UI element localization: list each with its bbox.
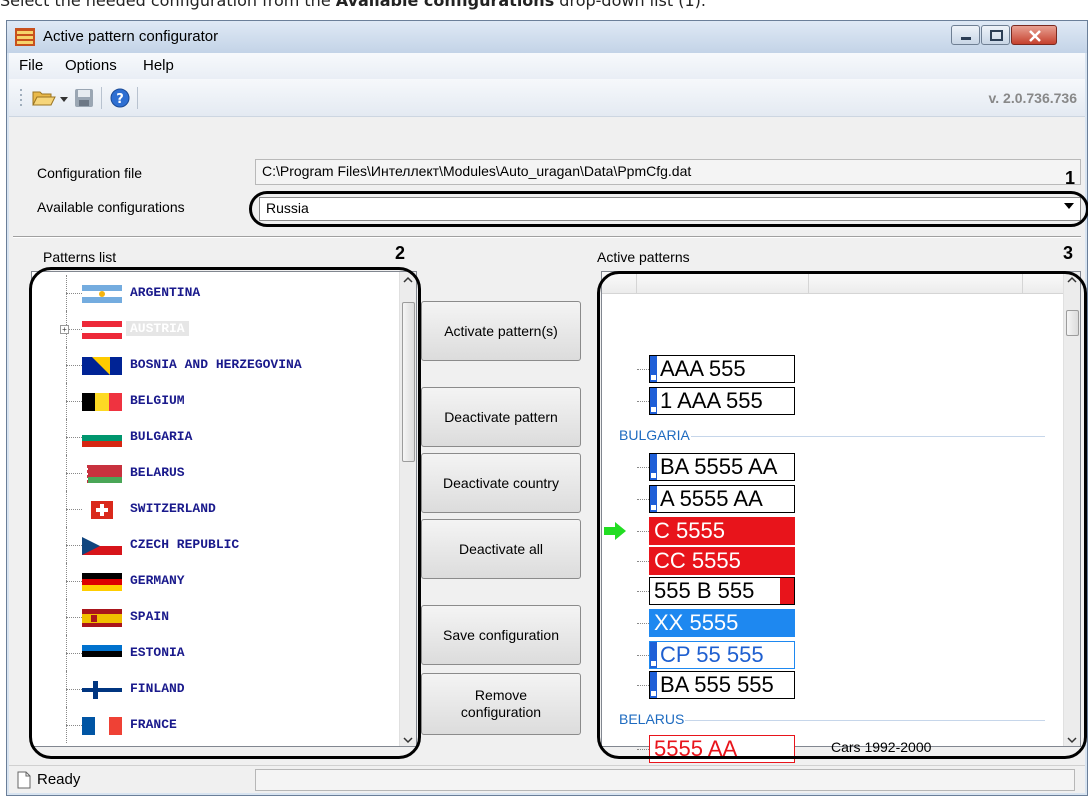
status-bar: Ready [9, 765, 1085, 793]
document-icon [17, 771, 31, 789]
window-title: Active pattern configurator [43, 28, 219, 45]
maximize-button[interactable] [981, 25, 1010, 45]
status-text: Ready [37, 771, 81, 788]
instruction-caption: Select the needed configuration from the… [0, 0, 1088, 11]
title-bar: Active pattern configurator [7, 21, 1087, 53]
instruction-strong: Available configurations [335, 0, 555, 10]
status-pane [255, 769, 1075, 791]
instruction-pre: Select the needed configuration from the [0, 0, 336, 10]
close-icon [1029, 30, 1041, 42]
callout-oval-3 [597, 271, 1087, 759]
client-area: File Options Help ? v. 2.0.736.736 Confi… [9, 53, 1088, 793]
maximize-icon [990, 30, 1003, 41]
instruction-post: drop-down list (1). [554, 0, 706, 10]
minimize-icon [961, 37, 971, 40]
minimize-button[interactable] [951, 25, 980, 45]
app-window: Active pattern configurator File Options… [6, 20, 1088, 796]
close-button[interactable] [1011, 25, 1057, 45]
app-grid-icon [15, 28, 35, 46]
